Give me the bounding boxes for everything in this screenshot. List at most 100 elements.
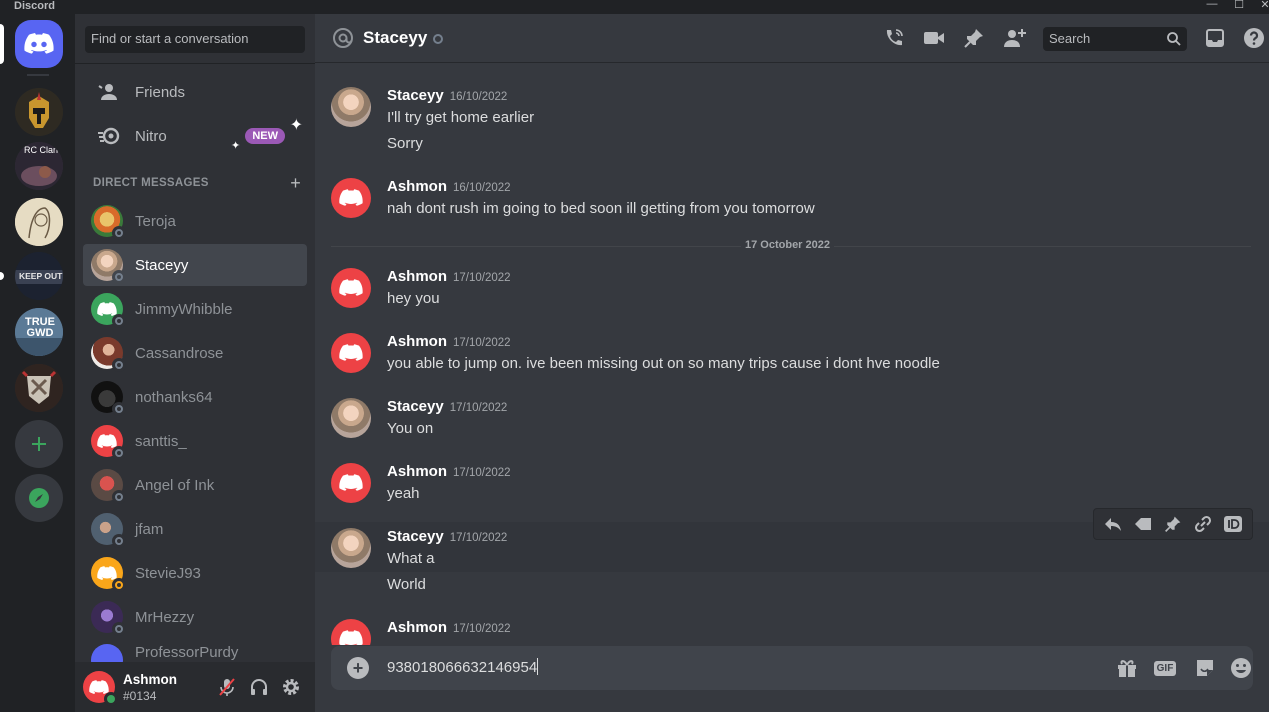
- message-avatar[interactable]: [331, 87, 371, 127]
- nitro-nav-item[interactable]: Nitro NEW ✦ ✦: [83, 115, 307, 157]
- add-server-button[interactable]: [15, 420, 63, 468]
- reply-icon: [1105, 518, 1121, 531]
- discord-logo-icon: [339, 630, 363, 645]
- discord-logo-icon: [339, 474, 363, 491]
- message-author[interactable]: Staceyy: [387, 528, 444, 545]
- copy-link-button[interactable]: [1191, 512, 1215, 536]
- mute-button[interactable]: [215, 675, 239, 699]
- server-true-gwd[interactable]: TRUE GWD: [15, 308, 63, 356]
- offline-status-icon: [112, 534, 126, 548]
- helmet-icon: [15, 88, 63, 136]
- dm-name: jfam: [135, 520, 164, 538]
- dm-item-steviej93[interactable]: StevieJ93: [83, 552, 307, 594]
- dm-item-jimmywhibble[interactable]: JimmyWhibble: [83, 288, 307, 330]
- server-shield[interactable]: [15, 364, 63, 412]
- dm-item-professorpurdy[interactable]: ProfessorPurdy: [83, 640, 307, 662]
- send-gift-button[interactable]: [1115, 656, 1139, 680]
- server-rc-clan[interactable]: RC Clan: [15, 142, 63, 190]
- message-group[interactable]: Ashmon 16/10/2022 nah dont rush im going …: [331, 178, 1251, 222]
- message-avatar[interactable]: [331, 463, 371, 503]
- server-keep-out-label: KEEP OUT: [19, 271, 63, 281]
- minimize-button[interactable]: —: [1201, 0, 1223, 10]
- message-author[interactable]: Ashmon: [387, 463, 447, 480]
- message-author[interactable]: Ashmon: [387, 619, 447, 636]
- deafen-button[interactable]: [247, 675, 271, 699]
- message-group[interactable]: Ashmon 17/10/2022 hey you: [331, 268, 1251, 312]
- dm-item-mrhezzy[interactable]: MrHezzy: [83, 596, 307, 638]
- copy-id-button[interactable]: [1221, 512, 1245, 536]
- avatar: [91, 601, 126, 636]
- offline-status-icon: [112, 226, 126, 240]
- user-avatar[interactable]: [83, 671, 118, 706]
- direct-messages-header: DIRECT MESSAGES +: [93, 173, 301, 193]
- message-group[interactable]: Staceyy 16/10/2022 I'll try get home earl…: [331, 87, 1251, 159]
- help-button[interactable]: [1242, 26, 1266, 50]
- message-continuation[interactable]: World: [331, 574, 1251, 598]
- message-group[interactable]: Ashmon 17/10/2022 yeah: [331, 463, 1251, 507]
- add-friends-to-dm-button[interactable]: [1003, 26, 1027, 50]
- discord-logo-icon: [339, 344, 363, 361]
- message-author[interactable]: Staceyy: [387, 398, 444, 415]
- create-dm-button[interactable]: +: [290, 173, 301, 194]
- message-text: Sorry: [387, 135, 423, 152]
- message-input[interactable]: 938018066632146954: [387, 658, 539, 676]
- pin-message-button[interactable]: [1161, 512, 1185, 536]
- message-author[interactable]: Staceyy: [387, 87, 444, 104]
- message-timestamp: 17/10/2022: [453, 467, 511, 479]
- close-window-button[interactable]: ✕: [1254, 0, 1269, 11]
- search-input[interactable]: Search: [1043, 27, 1187, 51]
- explore-servers-button[interactable]: [15, 474, 63, 522]
- message-author[interactable]: Ashmon: [387, 178, 447, 195]
- gif-picker-button[interactable]: GIF: [1153, 656, 1177, 680]
- find-conversation-input[interactable]: Find or start a conversation: [85, 26, 305, 53]
- message-avatar[interactable]: [331, 619, 371, 645]
- emoji-picker-button[interactable]: [1229, 656, 1253, 680]
- reply-button[interactable]: [1101, 512, 1125, 536]
- message-group[interactable]: Staceyy 17/10/2022 You on: [331, 398, 1251, 442]
- unread-indicator-pill: [0, 272, 4, 280]
- pinned-messages-button[interactable]: [962, 26, 986, 50]
- dm-item-santtis[interactable]: santtis_: [83, 420, 307, 462]
- sticker-picker-button[interactable]: [1193, 656, 1217, 680]
- friends-icon: [95, 80, 123, 104]
- search-placeholder: Search: [1049, 31, 1091, 46]
- inbox-button[interactable]: [1203, 26, 1227, 50]
- message-group[interactable]: Ashmon 17/10/2022: [331, 619, 1251, 645]
- home-button[interactable]: [15, 20, 63, 68]
- mark-unread-button[interactable]: [1131, 512, 1155, 536]
- chat-main: Staceyy Search Staceyy 16/10/2022 I'll tr…: [315, 14, 1269, 712]
- discord-logo-icon: [97, 301, 117, 316]
- server-rail: RC Clan KEEP OUT TRUE GWD: [0, 14, 75, 712]
- nitro-new-badge: NEW: [245, 128, 285, 144]
- dm-item-angel-of-ink[interactable]: Angel of Ink: [83, 464, 307, 506]
- microphone-muted-icon: [219, 678, 235, 696]
- user-settings-button[interactable]: [279, 675, 303, 699]
- start-voice-call-button[interactable]: [882, 26, 906, 50]
- server-keep-out[interactable]: KEEP OUT: [15, 252, 63, 300]
- dm-item-nothanks64[interactable]: nothanks64: [83, 376, 307, 418]
- message-timestamp: 16/10/2022: [449, 91, 508, 103]
- message-avatar[interactable]: [331, 528, 371, 568]
- friends-nav-item[interactable]: Friends: [83, 71, 307, 113]
- offline-status-icon: [112, 446, 126, 460]
- message-avatar[interactable]: [331, 333, 371, 373]
- start-video-call-button[interactable]: [922, 26, 946, 50]
- upload-attachment-button[interactable]: +: [347, 657, 369, 679]
- dm-item-staceyy[interactable]: Staceyy: [83, 244, 307, 286]
- maximize-button[interactable]: ☐: [1228, 0, 1250, 11]
- message-group[interactable]: Ashmon 17/10/2022 you able to jump on. iv…: [331, 333, 1251, 377]
- avatar: [91, 337, 126, 372]
- dm-item-teroja[interactable]: Teroja: [83, 200, 307, 242]
- message-avatar[interactable]: [331, 268, 371, 308]
- message-header: Staceyy 17/10/2022: [387, 528, 507, 545]
- message-text: yeah: [387, 485, 420, 502]
- server-sketch[interactable]: [15, 198, 63, 246]
- message-author[interactable]: Ashmon: [387, 268, 447, 285]
- shield-icon: [15, 364, 63, 412]
- server-helmet[interactable]: [15, 88, 63, 136]
- dm-item-jfam[interactable]: jfam: [83, 508, 307, 550]
- message-avatar[interactable]: [331, 398, 371, 438]
- dm-item-cassandrose[interactable]: Cassandrose: [83, 332, 307, 374]
- message-avatar[interactable]: [331, 178, 371, 218]
- message-author[interactable]: Ashmon: [387, 333, 447, 350]
